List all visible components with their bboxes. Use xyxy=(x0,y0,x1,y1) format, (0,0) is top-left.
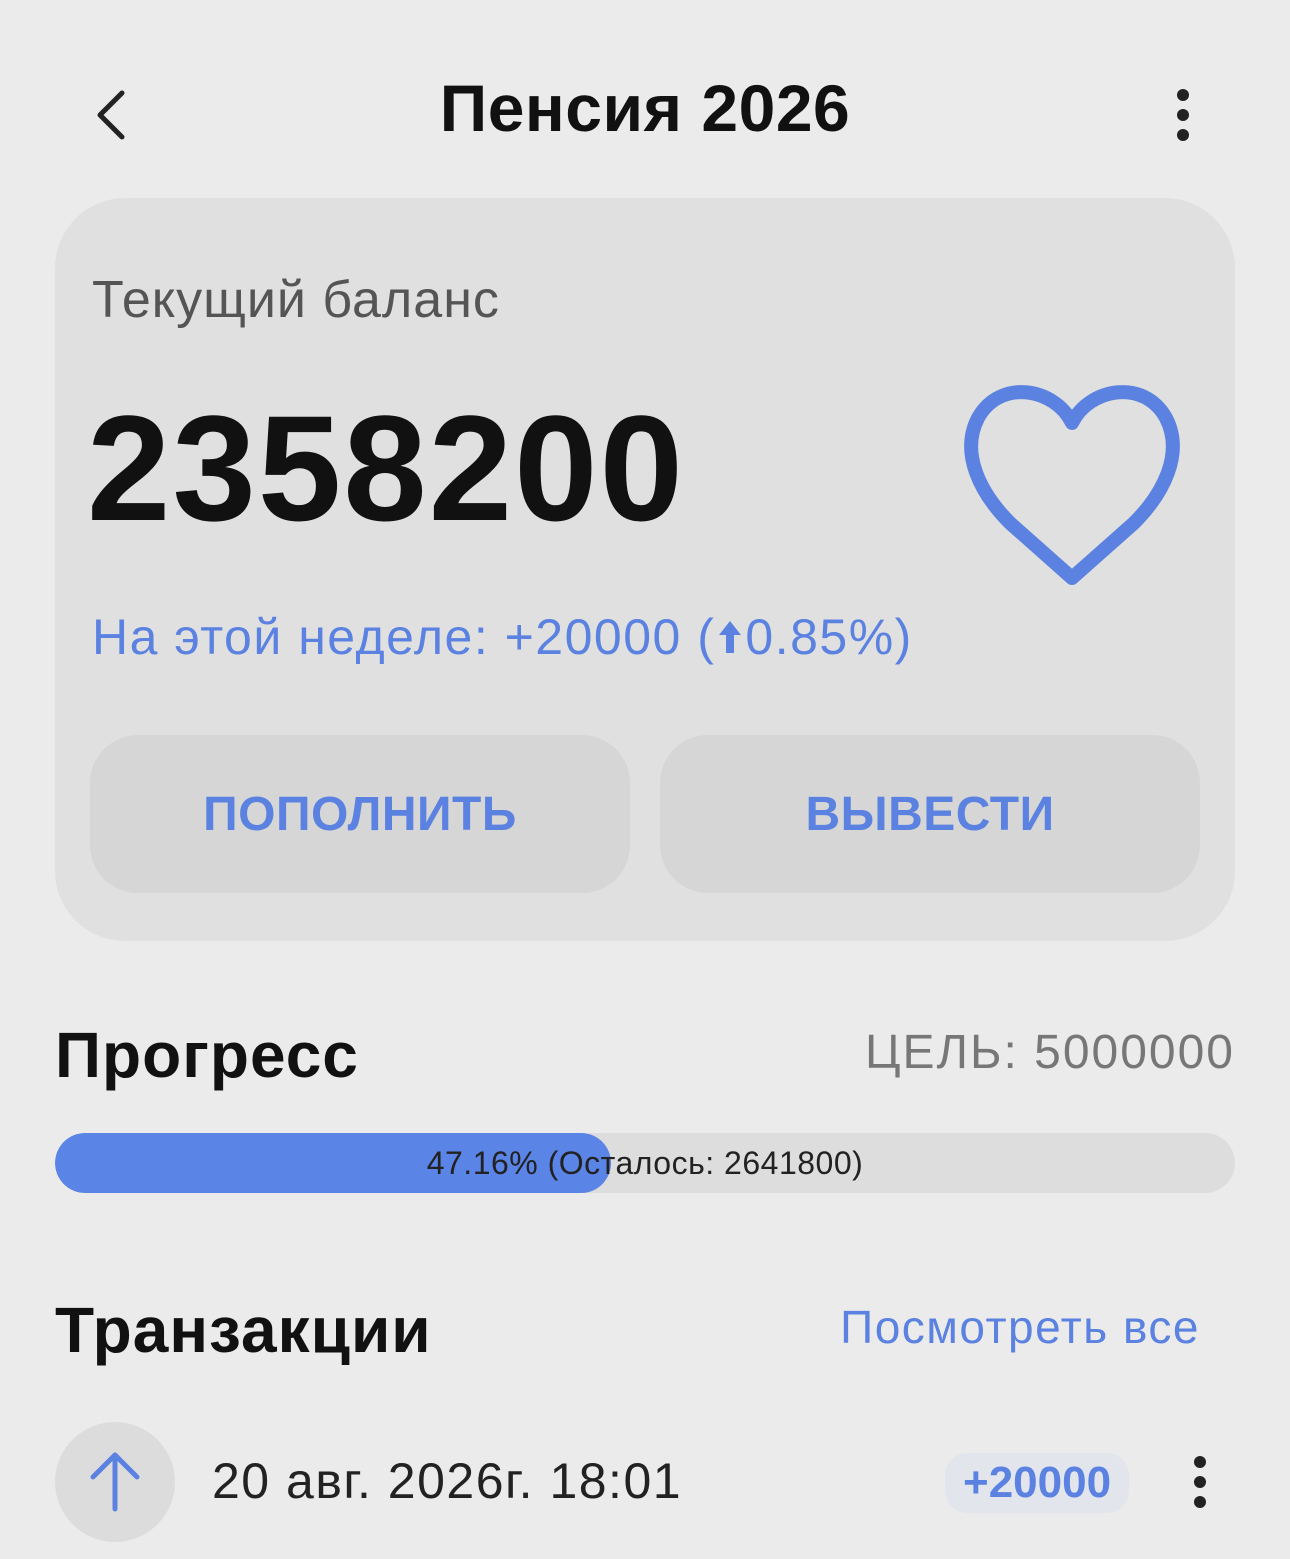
transaction-amount: +20000 xyxy=(945,1453,1130,1513)
progress-title: Прогресс xyxy=(55,1019,359,1091)
more-options-button[interactable] xyxy=(1155,80,1210,150)
more-vertical-icon xyxy=(1194,1456,1206,1508)
transaction-more-button[interactable] xyxy=(1180,1452,1220,1512)
deposit-button[interactable]: ПОПОЛНИТЬ xyxy=(90,735,630,893)
transaction-row[interactable]: 20 авг. 2026г. 18:01 +20000 xyxy=(55,1420,1235,1545)
arrow-up-icon xyxy=(719,621,742,653)
balance-value: 2358200 xyxy=(87,384,685,552)
more-vertical-icon xyxy=(1176,89,1189,141)
progress-text: 47.16% (Осталось: 2641800) xyxy=(426,1145,864,1181)
top-bar: Пенсия 2026 xyxy=(0,0,1290,220)
transaction-type-badge xyxy=(55,1422,175,1542)
weekly-change-percent: 0.85%) xyxy=(745,609,913,665)
withdraw-button[interactable]: ВЫВЕСТИ xyxy=(660,735,1200,893)
goal-label: ЦЕЛЬ: 5000000 xyxy=(864,1026,1235,1079)
balance-label: Текущий баланс xyxy=(92,271,500,329)
transactions-title: Транзакции xyxy=(55,1294,432,1366)
progress-bar: 47.16% (Осталось: 2641800) xyxy=(55,1133,1235,1193)
favorite-button[interactable] xyxy=(960,378,1185,588)
arrow-up-icon xyxy=(90,1452,140,1512)
page-title: Пенсия 2026 xyxy=(439,71,851,145)
weekly-change: На этой неделе: +20000 ( 0.85%) xyxy=(92,608,913,666)
weekly-change-text: На этой неделе: +20000 ( xyxy=(92,609,716,665)
see-all-link[interactable]: Посмотреть все xyxy=(840,1300,1200,1354)
transaction-date: 20 авг. 2026г. 18:01 xyxy=(212,1453,683,1509)
heart-icon xyxy=(964,385,1180,585)
balance-card: Текущий баланс 2358200 На этой неделе: +… xyxy=(55,198,1235,941)
